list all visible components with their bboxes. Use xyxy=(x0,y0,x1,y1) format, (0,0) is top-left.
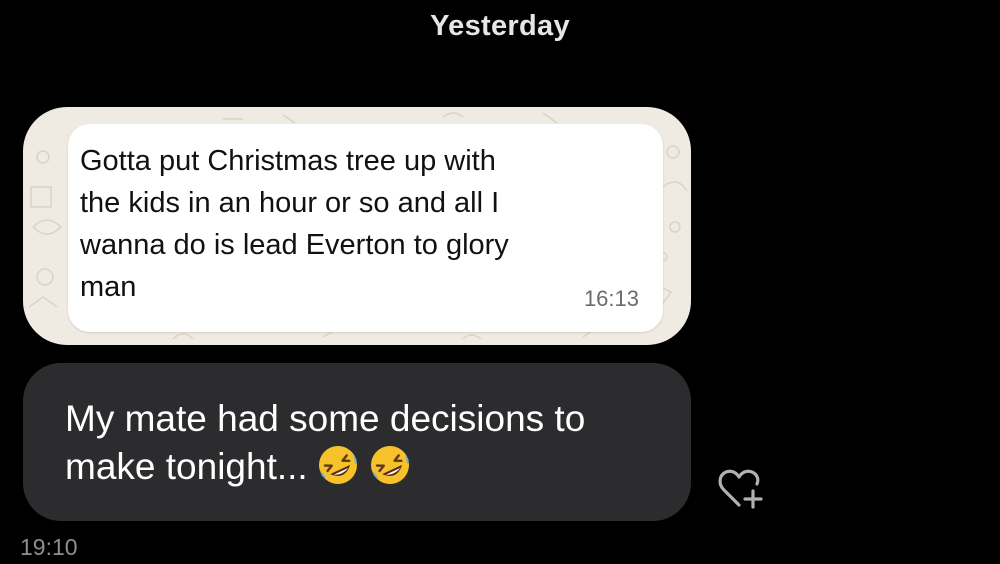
add-reaction-button[interactable] xyxy=(715,465,771,513)
embedded-message-bubble: Gotta put Christmas tree up with the kid… xyxy=(68,124,663,332)
message-bubble[interactable]: My mate had some decisions to make tonig… xyxy=(23,363,691,521)
embedded-message-text: Gotta put Christmas tree up with the kid… xyxy=(80,145,509,303)
attached-screenshot[interactable]: Gotta put Christmas tree up with the kid… xyxy=(23,107,691,345)
embedded-message-timestamp: 16:13 xyxy=(583,286,639,311)
day-divider: Yesterday xyxy=(430,10,570,42)
rolling-on-floor-laughing-emoji xyxy=(318,446,357,484)
message-timestamp: 19:10 xyxy=(20,534,78,560)
chat-screen: Yesterday Gotta put Christmas tree up wi… xyxy=(0,0,1000,564)
rolling-on-floor-laughing-emoji xyxy=(370,446,409,484)
message-text-container: My mate had some decisions to make tonig… xyxy=(65,395,665,491)
heart-plus-icon xyxy=(718,469,763,509)
